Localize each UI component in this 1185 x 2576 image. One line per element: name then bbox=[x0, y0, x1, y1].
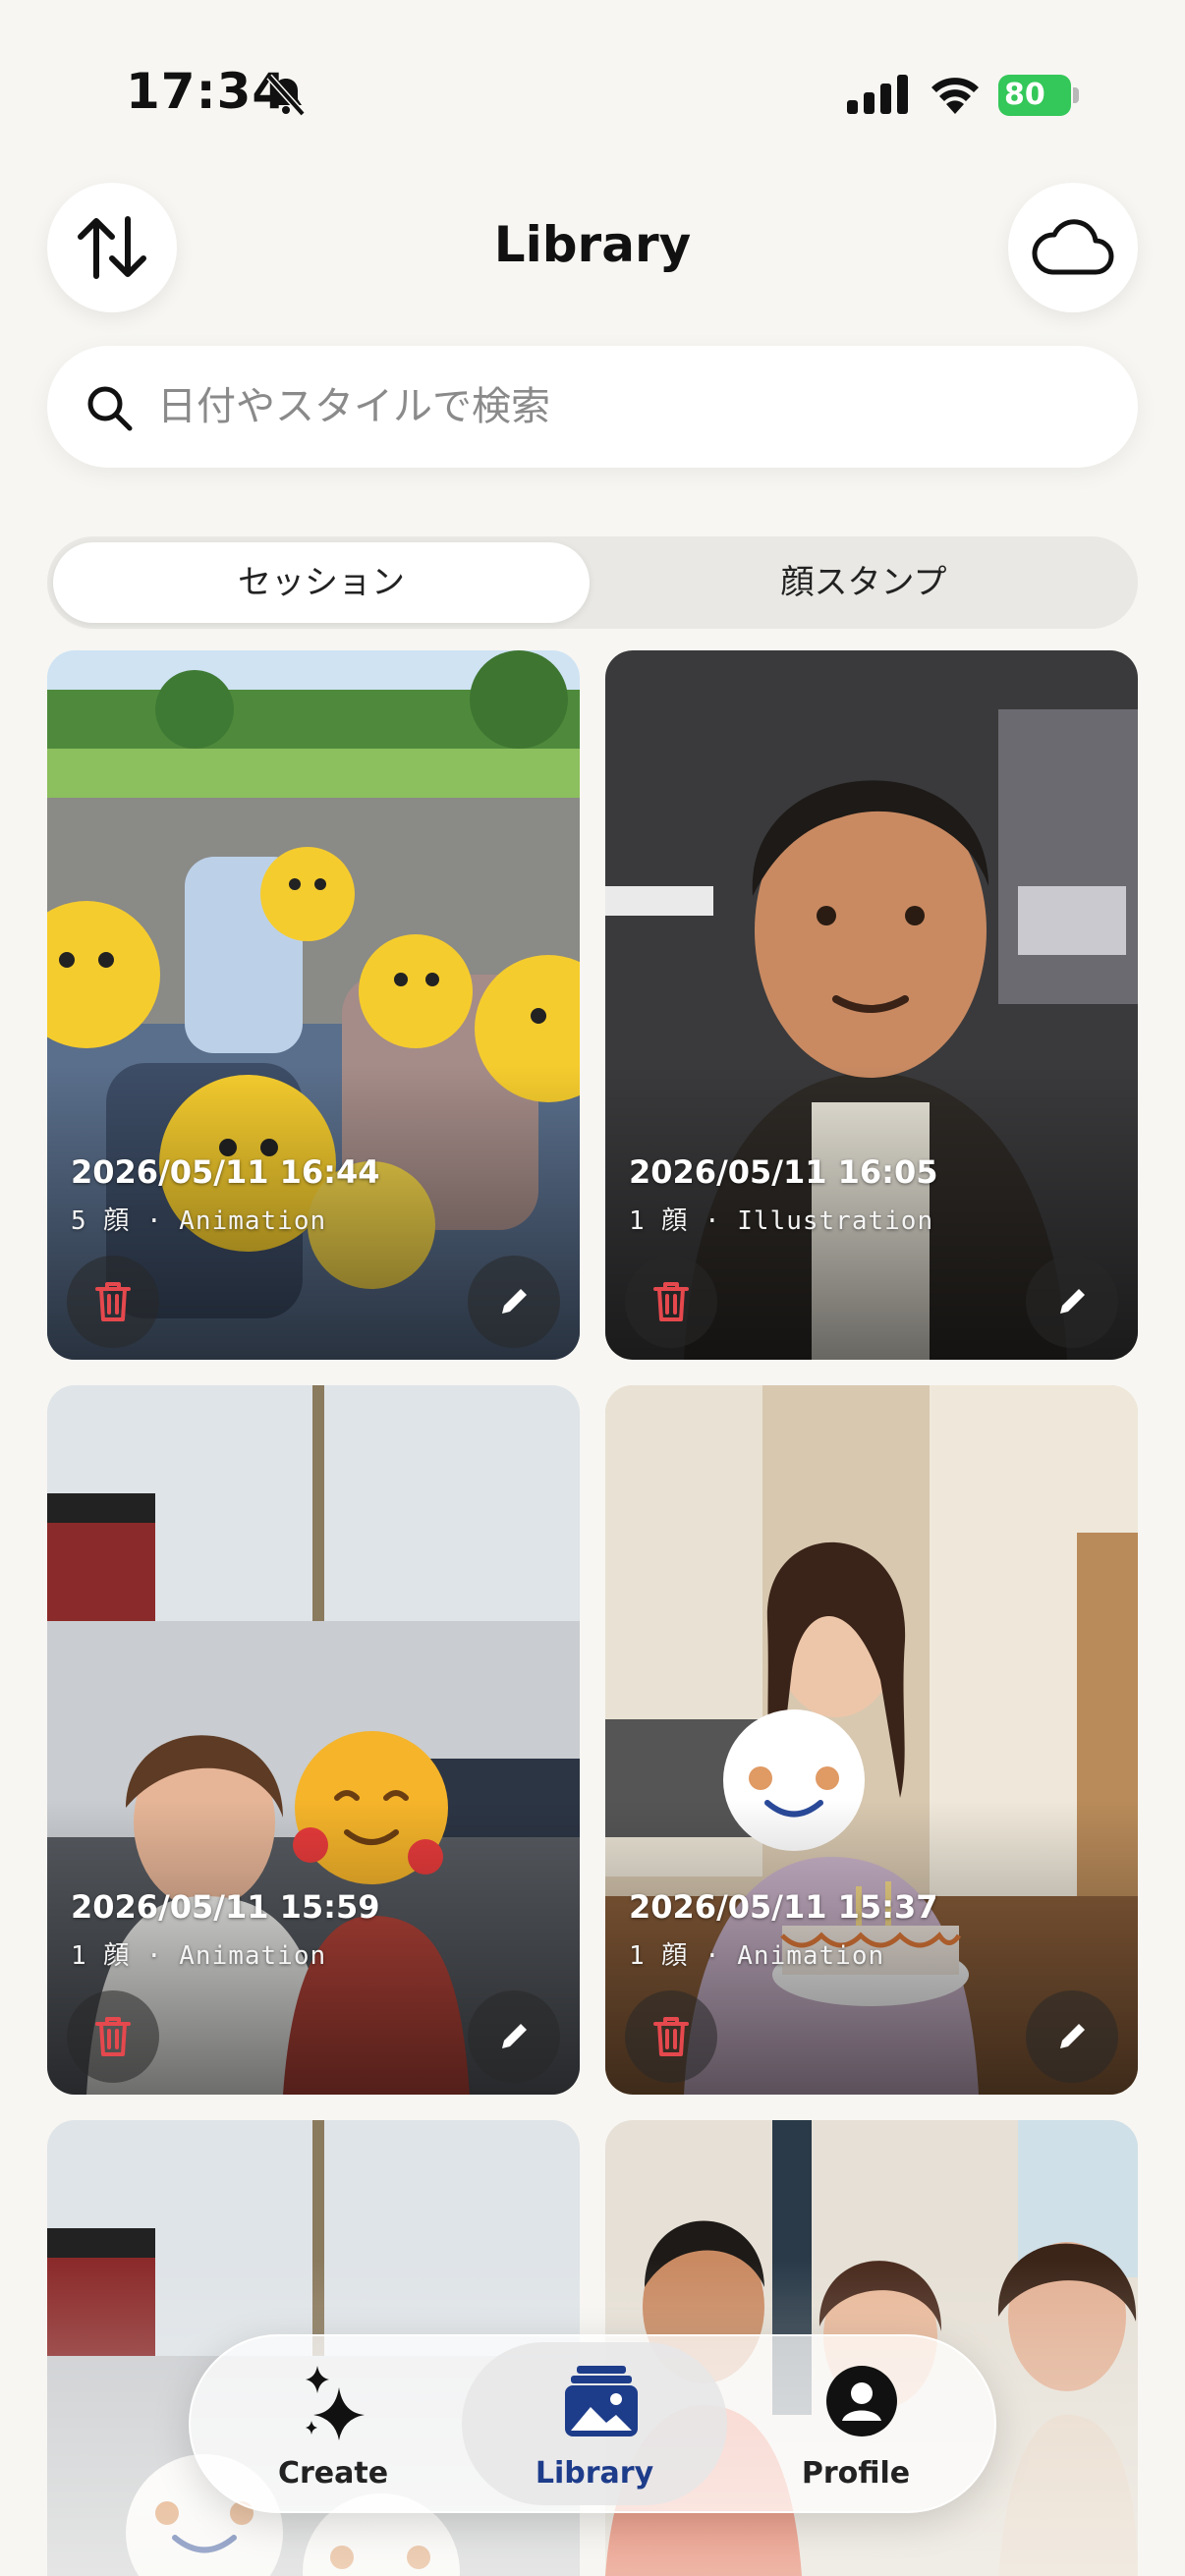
tab-bar: Create Library Profile bbox=[189, 2334, 996, 2513]
session-meta: 1 顔 · Animation bbox=[629, 1941, 885, 1971]
delete-button[interactable] bbox=[67, 1990, 159, 2083]
pencil-icon bbox=[1060, 1289, 1085, 1314]
tab-label: Create bbox=[277, 2456, 389, 2491]
tab-profile[interactable]: Profile bbox=[723, 2342, 988, 2505]
tab-library[interactable]: Library bbox=[462, 2342, 727, 2505]
session-card[interactable]: 2026/05/11 16:05 1 顔 · Illustration bbox=[605, 650, 1138, 1360]
session-date: 2026/05/11 16:44 bbox=[71, 1153, 380, 1191]
tab-label: Profile bbox=[801, 2456, 911, 2491]
session-date: 2026/05/11 16:05 bbox=[629, 1153, 938, 1191]
search-bar[interactable] bbox=[47, 346, 1138, 468]
edit-button[interactable] bbox=[468, 1990, 560, 2083]
session-card[interactable]: 2026/05/11 16:44 5 顔 · Animation bbox=[47, 650, 580, 1360]
segment-face-stamps[interactable]: 顔スタンプ bbox=[595, 542, 1132, 623]
bell-slash-icon bbox=[266, 74, 306, 117]
search-input[interactable] bbox=[157, 369, 1081, 444]
trash-icon bbox=[653, 1282, 689, 1321]
trash-icon bbox=[95, 2017, 131, 2056]
session-date: 2026/05/11 15:59 bbox=[71, 1888, 380, 1926]
pencil-icon bbox=[502, 1289, 527, 1314]
photo-stack-icon bbox=[565, 2366, 638, 2436]
battery-level: 80 bbox=[998, 75, 1071, 116]
search-icon bbox=[87, 386, 133, 431]
trash-icon bbox=[653, 2017, 689, 2056]
session-card[interactable]: 2026/05/11 15:59 1 顔 · Animation bbox=[47, 1385, 580, 2095]
session-date: 2026/05/11 15:37 bbox=[629, 1888, 938, 1926]
session-meta: 1 顔 · Animation bbox=[71, 1941, 327, 1971]
sparkles-icon bbox=[306, 2366, 365, 2440]
edit-button[interactable] bbox=[1026, 1990, 1118, 2083]
session-meta: 5 顔 · Animation bbox=[71, 1206, 327, 1236]
trash-icon bbox=[95, 1282, 131, 1321]
delete-button[interactable] bbox=[625, 1256, 717, 1348]
cellular-signal-icon bbox=[847, 75, 908, 114]
delete-button[interactable] bbox=[625, 1990, 717, 2083]
tab-label: Library bbox=[535, 2456, 654, 2491]
wifi-icon bbox=[931, 78, 979, 114]
pencil-icon bbox=[502, 2024, 527, 2048]
session-meta: 1 顔 · Illustration bbox=[629, 1206, 934, 1236]
cloud-icon bbox=[1032, 219, 1114, 275]
edit-button[interactable] bbox=[468, 1256, 560, 1348]
cloud-button[interactable] bbox=[1008, 183, 1138, 312]
segment-sessions[interactable]: セッション bbox=[53, 542, 590, 623]
segmented-control: セッション 顔スタンプ bbox=[47, 536, 1138, 629]
status-bar: 17:34 80 bbox=[0, 0, 1185, 196]
edit-button[interactable] bbox=[1026, 1256, 1118, 1348]
session-card[interactable]: 2026/05/11 15:37 1 顔 · Animation bbox=[605, 1385, 1138, 2095]
person-circle-icon bbox=[826, 2366, 897, 2436]
pencil-icon bbox=[1060, 2024, 1085, 2048]
tab-create[interactable]: Create bbox=[200, 2342, 466, 2505]
battery-indicator: 80 bbox=[998, 75, 1081, 116]
delete-button[interactable] bbox=[67, 1256, 159, 1348]
